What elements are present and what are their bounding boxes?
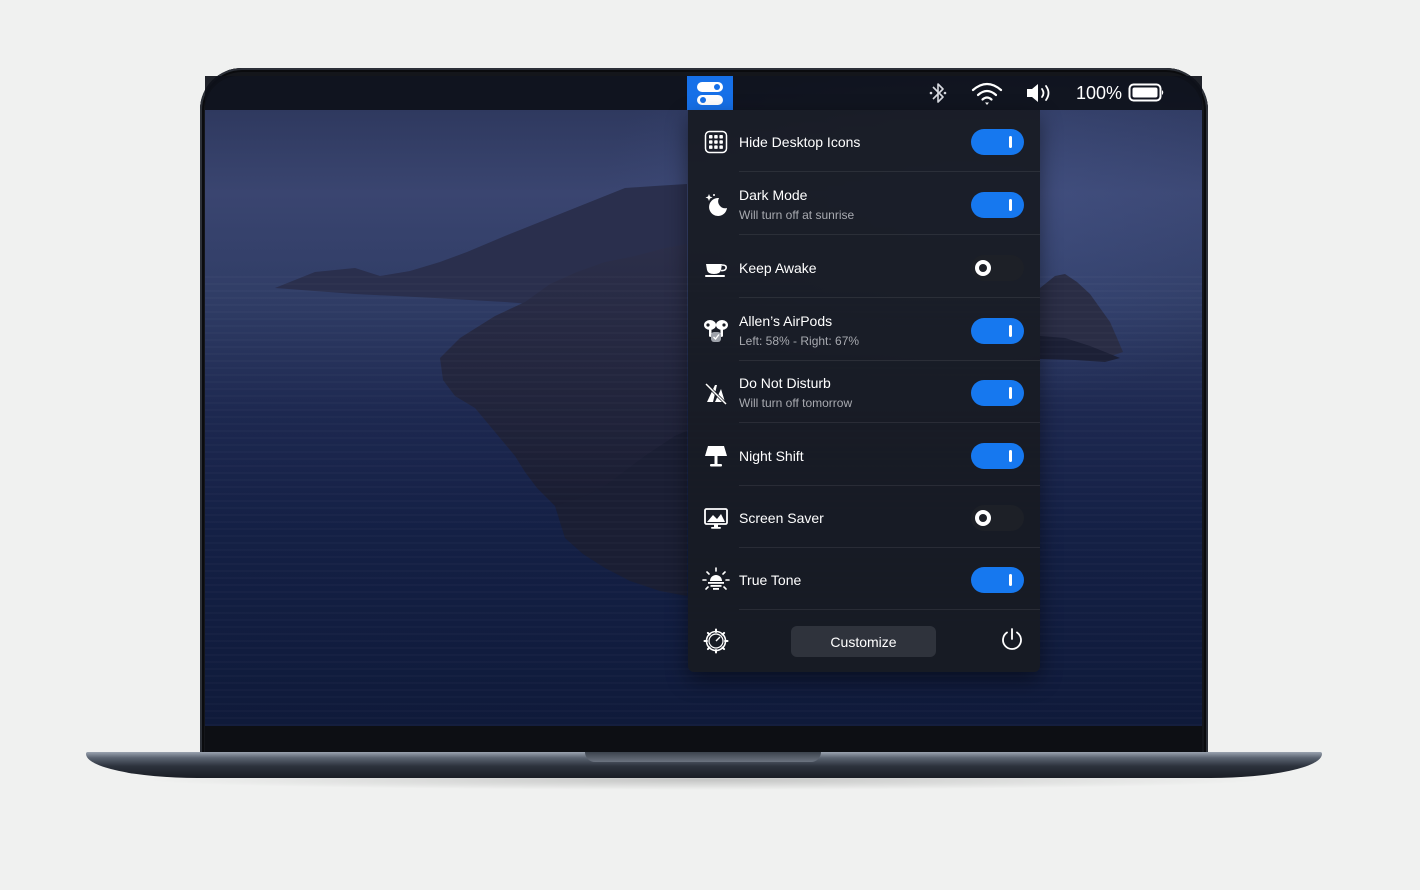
toggle-row-hide-desktop-icons[interactable]: Hide Desktop Icons bbox=[688, 110, 1040, 172]
volume-icon[interactable] bbox=[1025, 80, 1055, 106]
row-divider bbox=[739, 234, 1040, 235]
dark-mode-switch[interactable] bbox=[971, 192, 1024, 218]
sun-icon bbox=[702, 567, 730, 593]
toggle-title: Night Shift bbox=[739, 448, 804, 464]
toggle-row-do-not-disturb[interactable]: Do Not Disturb Will turn off tomorrow bbox=[688, 361, 1040, 423]
toggle-title: Keep Awake bbox=[739, 260, 817, 276]
toggle-subtitle: Left: 58% - Right: 67% bbox=[739, 334, 860, 348]
toggle-subtitle: Will turn off at sunrise bbox=[739, 208, 855, 222]
monitor-icon bbox=[702, 505, 730, 531]
toggle-row-true-tone[interactable]: True Tone bbox=[688, 548, 1040, 610]
toggle-title: True Tone bbox=[739, 572, 802, 588]
toggle-row-dark-mode[interactable]: Dark Mode Will turn off at sunrise bbox=[688, 173, 1040, 235]
do-not-disturb-icon bbox=[702, 380, 730, 406]
night-shift-switch[interactable] bbox=[971, 443, 1024, 469]
row-divider bbox=[739, 171, 1040, 172]
hide-desktop-icons-switch[interactable] bbox=[971, 129, 1024, 155]
moon-icon bbox=[702, 192, 730, 218]
power-icon[interactable] bbox=[999, 627, 1025, 658]
toggle-subtitle: Will turn off tomorrow bbox=[739, 396, 853, 410]
toggle-title: Do Not Disturb bbox=[739, 375, 831, 391]
battery-percentage[interactable]: 100% bbox=[1076, 83, 1122, 104]
desktop-grid-icon bbox=[702, 129, 730, 155]
toggle-row-night-shift[interactable]: Night Shift bbox=[688, 424, 1040, 486]
row-divider bbox=[739, 297, 1040, 298]
row-divider bbox=[739, 422, 1040, 423]
toggle-row-airpods[interactable]: Allen’s AirPods Left: 58% - Right: 67% bbox=[688, 299, 1040, 361]
toggle-title: Hide Desktop Icons bbox=[739, 134, 861, 150]
toggle-title: Allen’s AirPods bbox=[739, 313, 833, 329]
gear-icon[interactable] bbox=[703, 628, 729, 659]
toggle-row-keep-awake[interactable]: Keep Awake bbox=[688, 236, 1040, 298]
toggle-title: Dark Mode bbox=[739, 187, 808, 203]
toggles-app-menubar-button[interactable] bbox=[687, 76, 733, 110]
airpods-icon bbox=[702, 318, 730, 344]
toggle-title: Screen Saver bbox=[739, 510, 824, 526]
airpods-switch[interactable] bbox=[971, 318, 1024, 344]
bluetooth-icon[interactable] bbox=[928, 80, 948, 106]
do-not-disturb-switch[interactable] bbox=[971, 380, 1024, 406]
coffee-cup-icon bbox=[702, 255, 730, 281]
battery-icon[interactable] bbox=[1128, 80, 1166, 106]
laptop-chin bbox=[205, 726, 1202, 754]
toggles-icon bbox=[697, 81, 723, 105]
screen-saver-switch[interactable] bbox=[971, 505, 1024, 531]
toggle-row-screen-saver[interactable]: Screen Saver bbox=[688, 486, 1040, 548]
laptop-hinge-notch bbox=[585, 752, 821, 762]
panel-footer: Customize bbox=[688, 610, 1040, 672]
customize-button[interactable]: Customize bbox=[791, 626, 936, 657]
wifi-icon[interactable] bbox=[970, 80, 1004, 106]
true-tone-switch[interactable] bbox=[971, 567, 1024, 593]
toggles-dropdown-panel: Hide Desktop Icons Dark Mode Will turn o… bbox=[688, 110, 1040, 672]
lamp-icon bbox=[702, 443, 730, 469]
keep-awake-switch[interactable] bbox=[971, 255, 1024, 281]
